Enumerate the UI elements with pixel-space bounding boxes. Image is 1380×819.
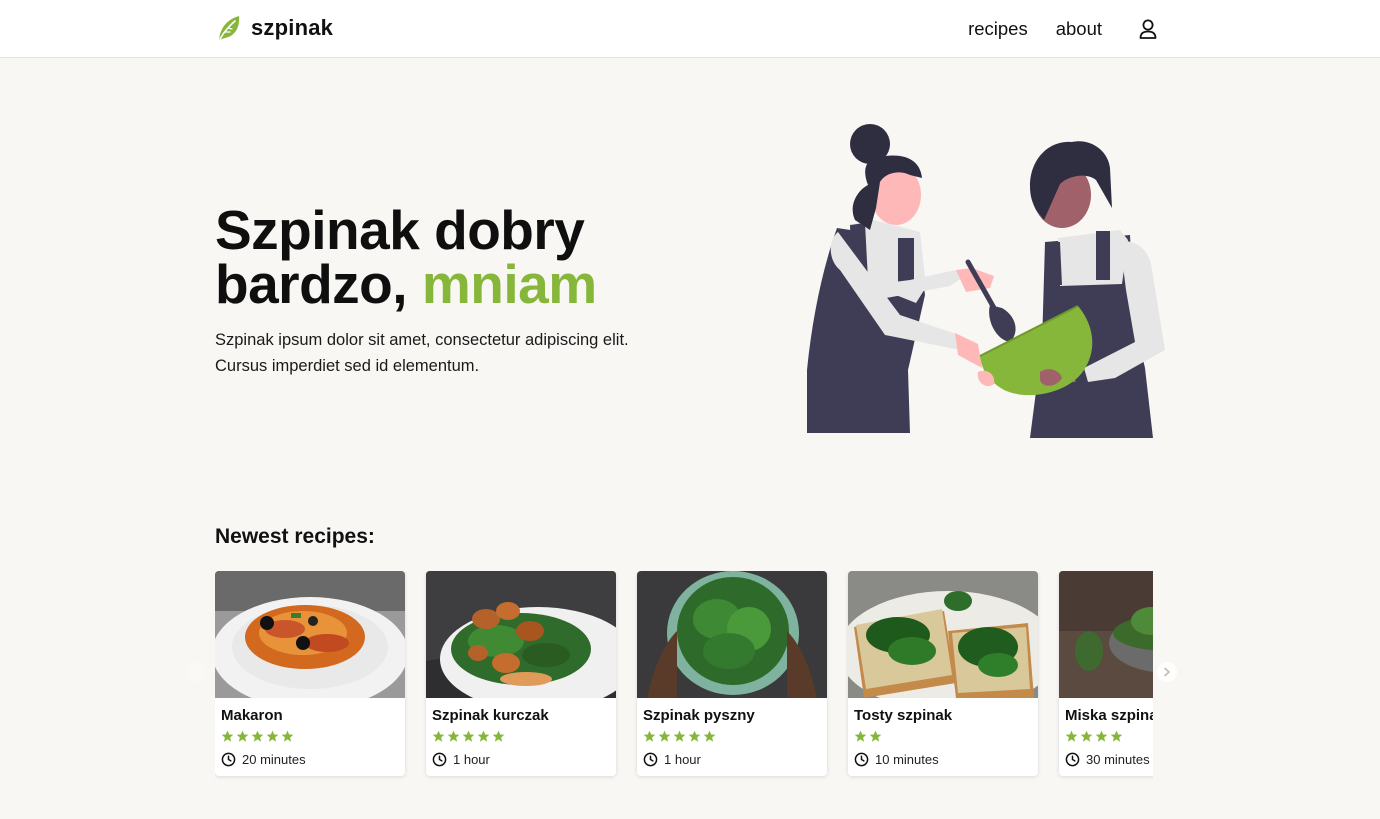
nav-link-recipes[interactable]: recipes <box>968 18 1028 40</box>
recipe-card[interactable]: Makaron 20 minutes <box>215 571 405 776</box>
recipe-image-chicken <box>426 571 616 698</box>
recipe-card[interactable]: Szpinak pyszny 1 hour <box>637 571 827 776</box>
recipe-image-toast <box>848 571 1038 698</box>
rating-stars <box>432 730 610 743</box>
leaf-icon <box>219 16 240 40</box>
recipe-card[interactable]: Szpinak kurczak 1 hour <box>426 571 616 776</box>
star-icon <box>492 730 505 742</box>
star-icon <box>221 730 234 742</box>
clock-icon <box>643 752 658 767</box>
star-icon <box>236 730 249 742</box>
star-icon <box>854 730 867 742</box>
star-icon <box>1110 730 1123 742</box>
recipe-time: 30 minutes <box>1065 752 1153 767</box>
hero-title-line1: Szpinak dobry <box>215 199 585 261</box>
star-icon <box>643 730 656 742</box>
star-icon <box>432 730 445 742</box>
recipe-time-text: 20 minutes <box>242 752 306 767</box>
recipe-time: 10 minutes <box>854 752 1032 767</box>
star-icon <box>1080 730 1093 742</box>
recipe-title: Miska szpinak <box>1065 707 1153 724</box>
newest-recipes-heading: Newest recipes: <box>215 525 375 548</box>
hero-subtitle: Szpinak ipsum dolor sit amet, consectetu… <box>215 331 629 375</box>
cooking-illustration <box>807 124 1165 438</box>
rating-stars <box>221 730 399 743</box>
star-icon <box>477 730 490 742</box>
recipe-image-pasta <box>215 571 405 698</box>
recipe-title: Szpinak pyszny <box>643 707 755 724</box>
recipe-title: Makaron <box>221 707 283 724</box>
recipe-image-spinach-dark <box>1059 571 1153 698</box>
user-icon <box>1139 19 1157 39</box>
star-icon <box>869 730 882 742</box>
recipe-time-text: 30 minutes <box>1086 752 1150 767</box>
recipe-time-text: 1 hour <box>453 752 490 767</box>
account-button[interactable] <box>1136 17 1160 41</box>
top-navbar: szpinak recipes about <box>0 0 1380 58</box>
star-icon <box>703 730 716 742</box>
star-icon <box>281 730 294 742</box>
rating-stars <box>1065 730 1153 743</box>
chevron-right-icon <box>1164 667 1171 677</box>
hero-title: Szpinak dobry bardzo, mniam <box>215 203 597 312</box>
recipes-track: Makaron 20 minutes Szpinak kurczak 1 hou… <box>215 571 1153 776</box>
star-icon <box>462 730 475 742</box>
recipe-card[interactable]: Tosty szpinak 10 minutes <box>848 571 1038 776</box>
star-icon <box>447 730 460 742</box>
recipe-time-text: 1 hour <box>664 752 701 767</box>
recipe-time: 1 hour <box>432 752 610 767</box>
brand-name: szpinak <box>251 15 334 40</box>
rating-stars <box>643 730 821 743</box>
star-icon <box>251 730 264 742</box>
nav-link-about[interactable]: about <box>1056 18 1102 40</box>
brand-logo-link[interactable]: szpinak <box>216 14 333 42</box>
rating-stars <box>854 730 1032 743</box>
hero-title-accent: mniam <box>421 253 597 315</box>
recipe-title: Szpinak kurczak <box>432 707 549 724</box>
carousel-next-button[interactable] <box>1157 662 1177 682</box>
hero-title-prefix: bardzo, <box>215 253 408 315</box>
star-icon <box>658 730 671 742</box>
star-icon <box>673 730 686 742</box>
clock-icon <box>854 752 869 767</box>
recipe-time-text: 10 minutes <box>875 752 939 767</box>
clock-icon <box>221 752 236 767</box>
star-icon <box>1095 730 1108 742</box>
recipes-carousel: Makaron 20 minutes Szpinak kurczak 1 hou… <box>215 571 1153 781</box>
recipe-time: 20 minutes <box>221 752 399 767</box>
clock-icon <box>432 752 447 767</box>
recipe-card[interactable]: Miska szpinak 30 minutes <box>1059 571 1153 776</box>
carousel-prev-button[interactable] <box>186 662 206 682</box>
main-nav: recipes about <box>968 0 1160 58</box>
clock-icon <box>1065 752 1080 767</box>
recipe-image-spinach-bowl <box>637 571 827 698</box>
star-icon <box>1065 730 1078 742</box>
recipe-time: 1 hour <box>643 752 821 767</box>
recipe-title: Tosty szpinak <box>854 707 953 724</box>
star-icon <box>266 730 279 742</box>
star-icon <box>688 730 701 742</box>
